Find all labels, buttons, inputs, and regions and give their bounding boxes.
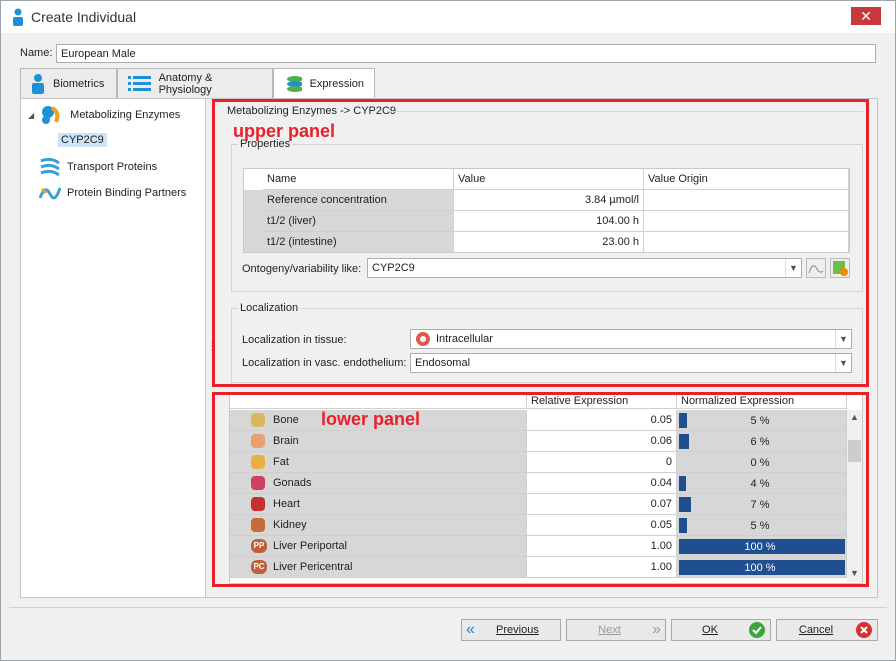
- tree-label: Metabolizing Enzymes: [70, 109, 181, 121]
- tree-item-cyp2c9[interactable]: CYP2C9: [58, 133, 107, 147]
- button-label: Previous: [496, 624, 539, 636]
- expression-icon: [287, 76, 302, 92]
- button-label: Cancel: [798, 624, 834, 636]
- list-icon: [128, 75, 151, 91]
- tab-label: Biometrics: [53, 77, 105, 90]
- transport-protein-icon: [40, 157, 60, 177]
- name-label: Name:: [20, 47, 53, 59]
- button-label: Next: [598, 624, 621, 636]
- next-button[interactable]: Next »: [566, 619, 666, 641]
- double-right-arrow-icon: »: [652, 621, 661, 638]
- double-left-arrow-icon: «: [466, 621, 475, 638]
- window-title: Create Individual: [31, 9, 137, 25]
- person-icon: [32, 73, 44, 94]
- tree-item-metabolizing-enzymes[interactable]: ◢ Metabolizing Enzymes: [28, 104, 180, 126]
- enzyme-icon: [42, 106, 60, 124]
- tab-biometrics[interactable]: Biometrics: [20, 68, 117, 98]
- ok-button[interactable]: OK: [671, 619, 771, 641]
- tree-label: Protein Binding Partners: [67, 187, 187, 199]
- tab-label: Expression: [309, 78, 364, 90]
- create-individual-window: Create Individual ✕ Name: European Male …: [0, 0, 896, 661]
- tree-item-protein-binding-partners[interactable]: Protein Binding Partners: [39, 183, 186, 203]
- cancel-icon: [856, 622, 872, 638]
- lower-panel-highlight: [212, 392, 869, 587]
- footer-divider: [9, 607, 887, 608]
- person-icon: [13, 8, 23, 26]
- name-input[interactable]: European Male: [56, 44, 876, 63]
- button-label: OK: [702, 624, 718, 636]
- upper-panel-highlight: [212, 99, 869, 387]
- tab-anatomy-physiology[interactable]: Anatomy & Physiology: [117, 68, 273, 98]
- tree-item-transport-proteins[interactable]: Transport Proteins: [39, 157, 157, 177]
- title-bar: Create Individual ✕: [1, 1, 895, 33]
- lower-panel-annotation: lower panel: [321, 409, 421, 429]
- tab-expression[interactable]: Expression: [273, 68, 375, 99]
- cancel-button[interactable]: Cancel: [776, 619, 878, 641]
- tab-label: Anatomy & Physiology: [158, 71, 213, 96]
- check-icon: [749, 622, 765, 638]
- collapse-icon: ◢: [28, 110, 35, 120]
- tree-label: Transport Proteins: [67, 161, 158, 173]
- binding-partner-icon: [39, 187, 61, 200]
- upper-panel-annotation: upper panel: [233, 121, 336, 141]
- close-button[interactable]: ✕: [851, 7, 881, 25]
- previous-button[interactable]: « Previous: [461, 619, 561, 641]
